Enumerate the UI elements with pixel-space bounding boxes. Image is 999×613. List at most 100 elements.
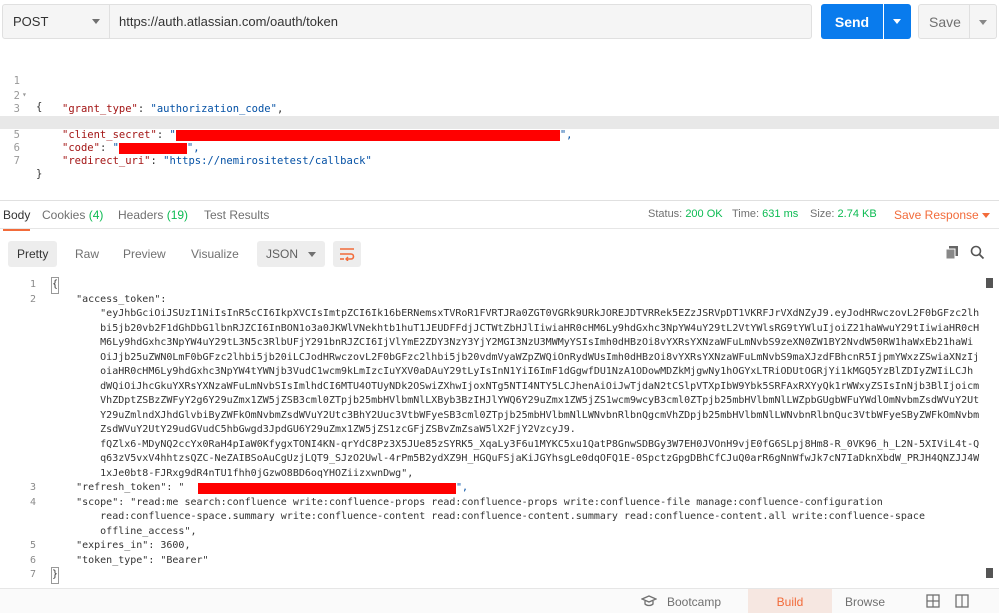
code-text: { xyxy=(50,277,60,294)
code-line: fQZlx6-MDyNQ2ccYx0RaH4pIaW0KfygxTONI4KN-… xyxy=(0,438,999,453)
code-text: "token_type": "Bearer" xyxy=(52,554,209,566)
layout-icon[interactable] xyxy=(926,594,940,611)
chevron-down-icon xyxy=(92,19,100,24)
view-tab-preview[interactable]: Preview xyxy=(114,241,175,267)
code-line: q63zV5vxV4hhtzsQZC-NeZAIBSoAuCgUzjLQT9_S… xyxy=(0,452,999,467)
method-select[interactable]: POST xyxy=(2,4,110,39)
code-text: M6Ly9hdGxhc3NpYW4uY29tL3N5c3RlbUFjY291bn… xyxy=(52,337,974,348)
status-bar: Bootcamp Build Browse xyxy=(0,588,999,613)
tab-count: (4) xyxy=(88,208,104,222)
size-value: 2.74 KB xyxy=(837,208,877,220)
save-options-button[interactable] xyxy=(970,4,997,39)
view-tab-pretty[interactable]: Pretty xyxy=(8,241,58,267)
method-label: POST xyxy=(13,14,49,29)
code-text: } xyxy=(36,168,43,180)
code-line: dWQiOiJhcGkuYXRsYXNzaWFuLmNvbSIsImlhdCI6… xyxy=(0,380,999,395)
format-select[interactable]: JSON xyxy=(257,241,325,267)
json-sep: : xyxy=(150,155,164,167)
two-pane-icon[interactable] xyxy=(955,594,969,611)
build-label: Build xyxy=(776,594,804,609)
view-tab-visualize[interactable]: Visualize xyxy=(182,241,248,267)
code-line: 4 "client_secret": "", xyxy=(0,103,999,141)
code-line: "eyJhbGciOiJSUzI1NiIsInR5cCI6IkpXVCIsImt… xyxy=(0,307,999,322)
tab-headers[interactable]: Headers (19) xyxy=(118,208,188,222)
code-line: VhZDptZSBzZWFyY2g6Y29uZmx1ZW5jZSB3cml0ZT… xyxy=(0,394,999,409)
response-body-editor[interactable]: 1{ 2 "access_token": "eyJhbGciOiJSUzI1Ni… xyxy=(0,276,999,586)
status-readout: Status: 200 OK xyxy=(648,208,723,220)
format-label: JSON xyxy=(266,247,299,261)
line-number: 7 xyxy=(29,569,36,580)
code-text: offline_access", xyxy=(52,525,197,537)
tab-test-results[interactable]: Test Results xyxy=(204,208,269,222)
time-label: Time: xyxy=(732,208,760,220)
code-text: ZsdWVuY2UtY29udGVudC5hbGwgd3JpdGU6Y29uZm… xyxy=(52,424,576,435)
time-readout: Time: 631 ms xyxy=(732,208,798,220)
code-line: 5 "expires_in": 3600, xyxy=(0,539,999,554)
code-line: offline_access", xyxy=(0,525,999,540)
code-line: 3 "refresh_token": " ", xyxy=(0,481,999,496)
code-line: read:confluence-space.summary write:conf… xyxy=(0,510,999,525)
code-text: } xyxy=(50,567,60,584)
code-line: 1{ xyxy=(0,277,999,294)
bootcamp-link[interactable]: Bootcamp xyxy=(667,595,721,609)
url-input[interactable]: https://auth.atlassian.com/oauth/token xyxy=(110,4,812,39)
code-text: bi5jb20vb2F1dGhDbG1lbnRJZCI6InBON1o3a0JK… xyxy=(52,322,980,334)
tab-label: Cookies xyxy=(42,208,86,222)
build-button[interactable]: Build xyxy=(748,589,832,613)
line-number: 7 xyxy=(13,155,20,167)
wrap-lines-button[interactable] xyxy=(333,241,361,267)
code-line: 2 "access_token": xyxy=(0,293,999,308)
request-bar: POST https://auth.atlassian.com/oauth/to… xyxy=(0,0,999,44)
code-line: 7 } xyxy=(0,142,999,180)
chevron-down-icon[interactable] xyxy=(982,213,990,218)
save-response-button[interactable]: Save Response xyxy=(894,208,979,222)
send-options-button[interactable] xyxy=(884,4,911,39)
code-text: oiaHR0cHM6Ly9hdGxhc3NpYW4tYWNjb3VudC1wcm… xyxy=(52,366,974,377)
code-line: oiaHR0cHM6Ly9hdGxhc3NpYW4tYWNjb3VudC1wcm… xyxy=(0,365,999,380)
browse-label: Browse xyxy=(844,594,885,609)
code-line: 6 "redirect_uri": "https://nemirositetes… xyxy=(0,129,999,167)
json-value: "https://nemirositetest/callback" xyxy=(163,155,372,167)
tab-label: Headers xyxy=(118,208,164,222)
code-line: 6 "token_type": "Bearer" xyxy=(0,554,999,569)
line-number: 6 xyxy=(29,554,36,566)
scrollbar-thumb[interactable] xyxy=(986,278,993,288)
tab-cookies[interactable]: Cookies (4) xyxy=(42,208,103,222)
code-text: "expires_in": 3600, xyxy=(52,540,191,551)
code-text: "scope": "read:me search:confluence writ… xyxy=(52,496,883,508)
code-text: "eyJhbGciOiJSUzI1NiIsInR5cCI6IkpXVCIsImt… xyxy=(52,308,980,319)
save-button[interactable]: Save xyxy=(918,4,970,39)
tab-label: Body xyxy=(3,208,31,222)
code-line: 2 "grant_type": "authorization_code", xyxy=(0,77,999,115)
redaction-mark xyxy=(198,483,456,494)
copy-icon[interactable] xyxy=(945,245,959,263)
request-body-editor[interactable]: 1 ▾ { 2 "grant_type": "authorization_cod… xyxy=(0,60,999,200)
line-number: 4 xyxy=(29,496,36,508)
code-text: read:confluence-space.summary write:conf… xyxy=(52,511,925,522)
wrap-icon xyxy=(340,248,355,261)
tab-body[interactable]: Body xyxy=(3,208,31,231)
line-number: 2 xyxy=(29,293,36,305)
scrollbar-thumb[interactable] xyxy=(986,568,993,578)
code-text: OiJjb25uZWN0LmF0bGFzc2lhbi5jb20iLCJodHRw… xyxy=(52,351,980,363)
browse-button[interactable]: Browse xyxy=(832,589,898,613)
code-text: 1xJe0bt8-FJRxg9dR4nTU1fhh0jGzwO8BD6oqYHO… xyxy=(52,467,414,479)
view-tab-raw[interactable]: Raw xyxy=(66,241,108,267)
time-value: 631 ms xyxy=(762,208,799,220)
search-icon[interactable] xyxy=(970,245,985,263)
line-number: 1 xyxy=(29,279,36,290)
code-line: Y29uZmlndXJhdGlvbiByZWFkOmNvbmZsdWVuY2Ut… xyxy=(0,409,999,424)
size-label: Size: xyxy=(810,208,835,220)
response-view-bar: Pretty Raw Preview Visualize JSON xyxy=(0,238,999,270)
code-line-active: 5 "code": " ", xyxy=(0,116,999,154)
chevron-down-icon xyxy=(308,252,316,257)
line-number: 3 xyxy=(29,482,36,493)
send-button[interactable]: Send xyxy=(821,4,883,39)
pane-divider[interactable] xyxy=(0,200,999,201)
code-text: Y29uZmlndXJhdGlvbiByZWFkOmNvbmZsdWVuY2Ut… xyxy=(52,409,980,421)
save-label: Save xyxy=(929,13,961,30)
code-text: "refresh_token": " xyxy=(52,482,185,493)
code-line: ZsdWVuY2UtY29udGVudC5hbGwgd3JpdGU6Y29uZm… xyxy=(0,423,999,438)
bootcamp-icon xyxy=(640,595,658,610)
code-text: VhZDptZSBzZWFyY2g6Y29uZmx1ZW5jZSB3cml0ZT… xyxy=(52,395,980,406)
